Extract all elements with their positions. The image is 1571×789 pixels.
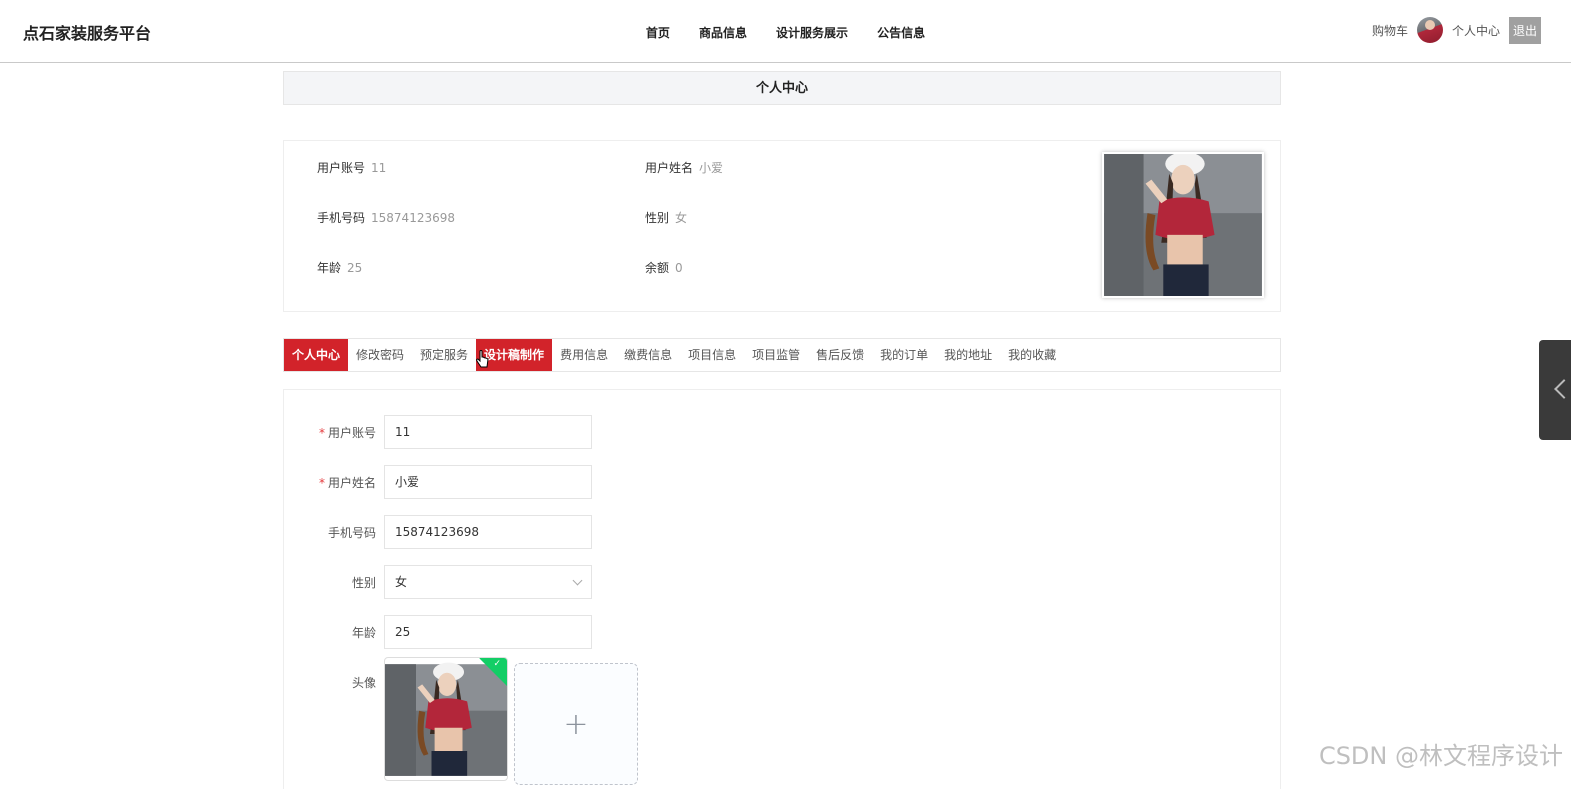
tab-book-service[interactable]: 预定服务 bbox=[412, 339, 476, 371]
uploaded-avatar-thumbnail[interactable]: ✓ bbox=[384, 657, 508, 781]
form-name-label: *用户姓名 bbox=[284, 474, 376, 491]
top-navbar: 点石家装服务平台 首页 商品信息 设计服务展示 公告信息 购物车 个人中心 退出 bbox=[0, 0, 1571, 63]
main-nav: 首页 商品信息 设计服务展示 公告信息 bbox=[0, 22, 1571, 41]
tab-my-orders[interactable]: 我的订单 bbox=[872, 339, 936, 371]
form-phone-label: 手机号码 bbox=[284, 524, 376, 541]
profile-card: 用户账号 11 用户姓名小爱 手机号码 15874123698 性别女 年龄 25 余… bbox=[283, 140, 1281, 312]
header-tools: 购物车 个人中心 退出 bbox=[1372, 16, 1541, 44]
profile-photo bbox=[1102, 152, 1264, 298]
phone-input[interactable]: 15874123698 bbox=[384, 515, 592, 549]
tab-change-password[interactable]: 修改密码 bbox=[348, 339, 412, 371]
form-account-label-text: 用户账号 bbox=[328, 426, 376, 440]
tab-project-info[interactable]: 项目信息 bbox=[680, 339, 744, 371]
required-mark: * bbox=[319, 426, 325, 440]
tab-personal-center[interactable]: 个人中心 bbox=[284, 339, 348, 371]
account-input[interactable]: 11 bbox=[384, 415, 592, 449]
gender-select[interactable]: 女 bbox=[384, 565, 592, 599]
chevron-down-icon bbox=[573, 576, 583, 586]
form-age-label: 年龄 bbox=[284, 624, 376, 641]
tab-fee-info[interactable]: 费用信息 bbox=[552, 339, 616, 371]
profile-age-label: 年龄 bbox=[317, 261, 341, 275]
gender-select-value: 女 bbox=[395, 575, 407, 589]
age-input[interactable]: 25 bbox=[384, 615, 592, 649]
logout-button[interactable]: 退出 bbox=[1509, 17, 1541, 44]
nav-home[interactable]: 首页 bbox=[646, 24, 670, 41]
profile-form: *用户账号 11 *用户姓名 小爱 手机号码 15874123698 性别 女 … bbox=[283, 389, 1281, 789]
form-gender-label: 性别 bbox=[284, 574, 376, 591]
name-input[interactable]: 小爱 bbox=[384, 465, 592, 499]
main-content: 个人中心 用户账号11 用户姓名小爱 手机号码15874123698 性别女 年… bbox=[283, 71, 1281, 105]
profile-age-value: 25 bbox=[347, 261, 362, 275]
form-account-label: *用户账号 bbox=[284, 424, 376, 441]
user-center-link[interactable]: 个人中心 bbox=[1452, 22, 1500, 39]
profile-phone: 手机号码 15874123698 bbox=[317, 209, 455, 226]
nav-products[interactable]: 商品信息 bbox=[699, 24, 747, 41]
form-name-label-text: 用户姓名 bbox=[328, 476, 376, 490]
profile-account-value: 11 bbox=[371, 161, 386, 175]
form-avatar-label: 头像 bbox=[284, 674, 376, 691]
side-drawer-handle[interactable] bbox=[1539, 340, 1571, 440]
check-icon: ✓ bbox=[493, 659, 501, 669]
tab-project-supervision[interactable]: 项目监管 bbox=[744, 339, 808, 371]
required-mark: * bbox=[319, 476, 325, 490]
profile-name: 用户姓名小爱 bbox=[645, 159, 723, 176]
profile-name-label: 用户姓名 bbox=[645, 161, 693, 175]
profile-account: 用户账号 11 bbox=[317, 159, 386, 176]
tab-after-sales[interactable]: 售后反馈 bbox=[808, 339, 872, 371]
tab-my-favorites[interactable]: 我的收藏 bbox=[1000, 339, 1064, 371]
tab-my-address[interactable]: 我的地址 bbox=[936, 339, 1000, 371]
profile-balance-label: 余额 bbox=[645, 261, 669, 275]
plus-icon: + bbox=[563, 707, 588, 742]
profile-gender-value: 女 bbox=[675, 211, 687, 225]
profile-gender: 性别女 bbox=[645, 209, 687, 226]
tab-payment-info[interactable]: 缴费信息 bbox=[616, 339, 680, 371]
profile-phone-value: 15874123698 bbox=[371, 211, 455, 225]
profile-gender-label: 性别 bbox=[645, 211, 669, 225]
watermark: CSDN @林文程序设计 bbox=[1319, 736, 1563, 771]
hand-cursor-icon bbox=[476, 350, 490, 370]
upload-add-button[interactable]: + bbox=[514, 663, 638, 785]
page-title: 个人中心 bbox=[283, 71, 1281, 105]
nav-design-services[interactable]: 设计服务展示 bbox=[776, 24, 848, 41]
nav-announcements[interactable]: 公告信息 bbox=[877, 24, 925, 41]
profile-age: 年龄 25 bbox=[317, 259, 362, 276]
profile-tabs: 个人中心 修改密码 预定服务 设计稿制作 费用信息 缴费信息 项目信息 项目监管… bbox=[283, 338, 1281, 372]
profile-account-label: 用户账号 bbox=[317, 161, 365, 175]
avatar[interactable] bbox=[1417, 17, 1443, 43]
profile-balance: 余额 0 bbox=[645, 259, 683, 276]
profile-balance-value: 0 bbox=[675, 261, 683, 275]
cart-link[interactable]: 购物车 bbox=[1372, 22, 1408, 39]
profile-phone-label: 手机号码 bbox=[317, 211, 365, 225]
profile-name-value: 小爱 bbox=[699, 161, 723, 175]
chevron-left-icon bbox=[1554, 379, 1571, 399]
